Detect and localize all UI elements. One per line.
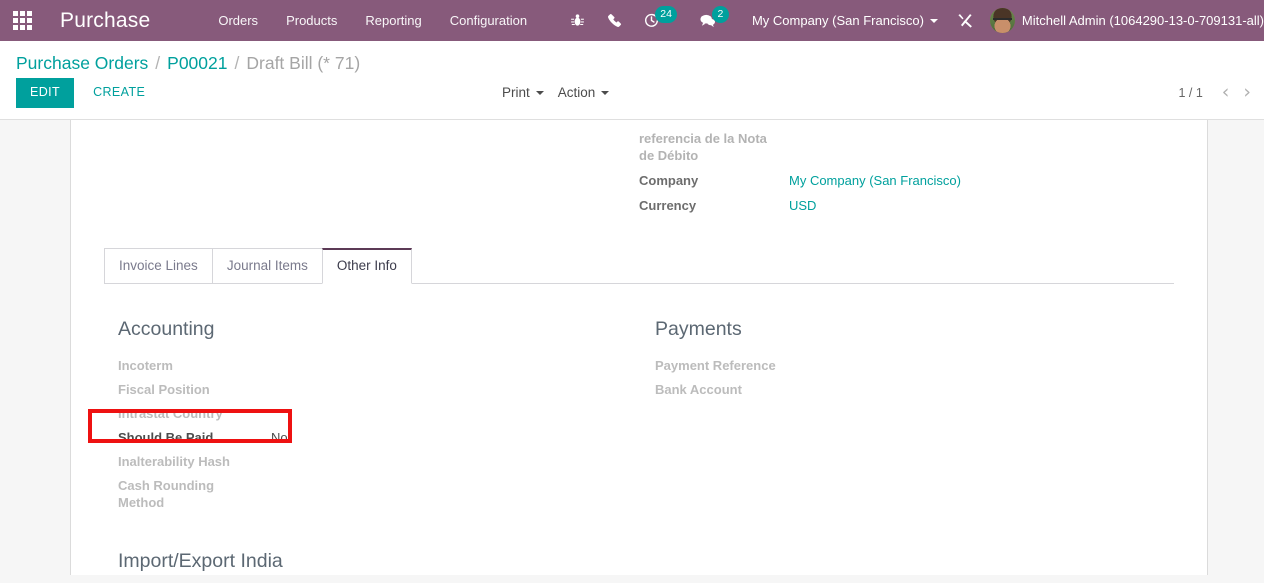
- field-row-fiscal-position: Fiscal Position: [104, 379, 609, 403]
- field-value-should-be-paid[interactable]: No: [271, 429, 288, 447]
- field-label-bank-account: Bank Account: [655, 381, 742, 397]
- avatar: [989, 8, 1015, 33]
- form-sheet: referencia de la Nota de Débito Company …: [70, 119, 1208, 575]
- field-label-currency: Currency: [639, 198, 697, 214]
- field-label-payment-reference: Payment Reference: [655, 357, 776, 373]
- menu-item-orders[interactable]: Orders: [204, 0, 272, 41]
- pager-next-icon[interactable]: ›: [1236, 83, 1258, 102]
- breadcrumb-item-p00021[interactable]: P00021: [167, 53, 227, 74]
- other-info-right-column: Payments Payment Reference Bank Account: [639, 318, 1174, 575]
- form-header-left-column: [104, 124, 639, 223]
- field-label-fiscal-position: Fiscal Position: [118, 381, 210, 397]
- print-dropdown[interactable]: Print: [502, 85, 544, 100]
- field-label-incoterm: Incoterm: [118, 357, 173, 373]
- messages-count-badge: 2: [711, 6, 729, 23]
- section-title-import-export-india: Import/Export India: [118, 549, 283, 572]
- tab-journal-items[interactable]: Journal Items: [211, 247, 323, 284]
- field-label-cash-rounding-method: Cash Rounding Method: [118, 477, 215, 511]
- bug-icon[interactable]: [559, 13, 596, 28]
- chevron-down-icon: [601, 90, 610, 95]
- create-button[interactable]: CREATE: [79, 78, 159, 108]
- company-selector-label: My Company (San Francisco): [751, 13, 924, 28]
- field-row-intrastat-country: Intrastat Country: [104, 403, 609, 427]
- menu-item-reporting[interactable]: Reporting: [351, 0, 435, 41]
- field-value-company[interactable]: My Company (San Francisco): [789, 172, 961, 189]
- field-row-bank-account: Bank Account: [641, 379, 1144, 403]
- apps-grid-icon[interactable]: [0, 11, 44, 30]
- form-header-right-column: referencia de la Nota de Débito Company …: [639, 124, 1174, 223]
- field-row-payment-reference: Payment Reference: [641, 355, 1144, 379]
- menu-item-configuration[interactable]: Configuration: [436, 0, 541, 41]
- field-row-nota-debito: referencia de la Nota de Débito: [639, 130, 1174, 164]
- main-menu: Orders Products Reporting Configuration: [204, 0, 541, 41]
- record-pager: 1 / 1 ‹ ›: [1178, 83, 1258, 102]
- activity-clock-icon[interactable]: 24: [633, 6, 688, 29]
- field-label-intrastat-country: Intrastat Country: [118, 405, 223, 421]
- section-title-payments: Payments: [655, 317, 742, 340]
- control-panel-buttons: EDIT CREATE Print Action 1 / 1 ‹ ›: [16, 78, 1251, 119]
- tab-other-info[interactable]: Other Info: [321, 247, 412, 284]
- tab-panel-other-info: Accounting Incoterm Fiscal Position Intr…: [104, 284, 1174, 575]
- field-row-incoterm: Incoterm: [104, 355, 609, 379]
- breadcrumb-current-record: Draft Bill (* 71): [246, 53, 361, 73]
- edit-button[interactable]: EDIT: [16, 78, 75, 108]
- field-label-company: Company: [639, 172, 699, 188]
- field-row-company: Company My Company (San Francisco): [639, 172, 1174, 189]
- field-row-should-be-paid: Should Be Paid No: [104, 427, 609, 451]
- section-title-accounting: Accounting: [118, 317, 215, 340]
- control-panel: Purchase Orders / P00021 / Draft Bill (*…: [0, 41, 1264, 120]
- notebook-tabs: Invoice Lines Journal Items Other Info: [104, 247, 1174, 284]
- print-dropdown-label: Print: [502, 85, 530, 101]
- wrench-screwdriver-icon[interactable]: [946, 13, 984, 29]
- field-row-currency: Currency USD: [639, 197, 1174, 214]
- field-value-currency[interactable]: USD: [789, 197, 816, 214]
- app-brand-title[interactable]: Purchase: [44, 9, 160, 33]
- field-label-inalterability-hash: Inalterability Hash: [118, 453, 230, 469]
- chevron-down-icon: [929, 18, 938, 23]
- apps-grid-glyph: [12, 11, 32, 30]
- control-panel-dropdowns: Print Action: [502, 85, 610, 100]
- field-label-nota-debito: referencia de la Nota de Débito: [639, 130, 767, 163]
- messages-chat-icon[interactable]: 2: [688, 6, 740, 29]
- pager-counter: 1 / 1: [1178, 85, 1203, 100]
- other-info-left-column: Accounting Incoterm Fiscal Position Intr…: [104, 318, 639, 575]
- field-row-cash-rounding-method: Cash Rounding Method: [104, 475, 609, 514]
- field-label-should-be-paid: Should Be Paid: [118, 429, 214, 445]
- user-menu-label: Mitchell Admin (1064290-13-0-709131-all): [1021, 13, 1264, 28]
- notebook: Invoice Lines Journal Items Other Info A…: [71, 247, 1207, 575]
- breadcrumb: Purchase Orders / P00021 / Draft Bill (*…: [16, 41, 1248, 78]
- form-header-fields: referencia de la Nota de Débito Company …: [71, 120, 1207, 230]
- action-dropdown[interactable]: Action: [558, 85, 610, 100]
- tab-invoice-lines[interactable]: Invoice Lines: [104, 247, 213, 284]
- company-selector[interactable]: My Company (San Francisco): [740, 13, 946, 28]
- top-navbar: Purchase Orders Products Reporting Confi…: [0, 0, 1264, 41]
- chevron-down-icon: [535, 90, 544, 95]
- activity-count-badge: 24: [655, 6, 677, 23]
- action-dropdown-label: Action: [557, 85, 596, 101]
- breadcrumb-item-purchase-orders[interactable]: Purchase Orders: [16, 53, 148, 74]
- form-scroll-area[interactable]: referencia de la Nota de Débito Company …: [0, 119, 1264, 575]
- breadcrumb-separator-2: /: [234, 53, 240, 73]
- pager-previous-icon[interactable]: ‹: [1215, 83, 1237, 102]
- navbar-right-tools: 24 2 My Company (San Francisco) Mitchell…: [559, 0, 1264, 41]
- user-menu[interactable]: Mitchell Admin (1064290-13-0-709131-all): [984, 8, 1264, 33]
- phone-icon[interactable]: [596, 13, 633, 28]
- menu-item-products[interactable]: Products: [272, 0, 351, 41]
- breadcrumb-separator: /: [155, 53, 161, 73]
- field-row-inalterability-hash: Inalterability Hash: [104, 451, 609, 475]
